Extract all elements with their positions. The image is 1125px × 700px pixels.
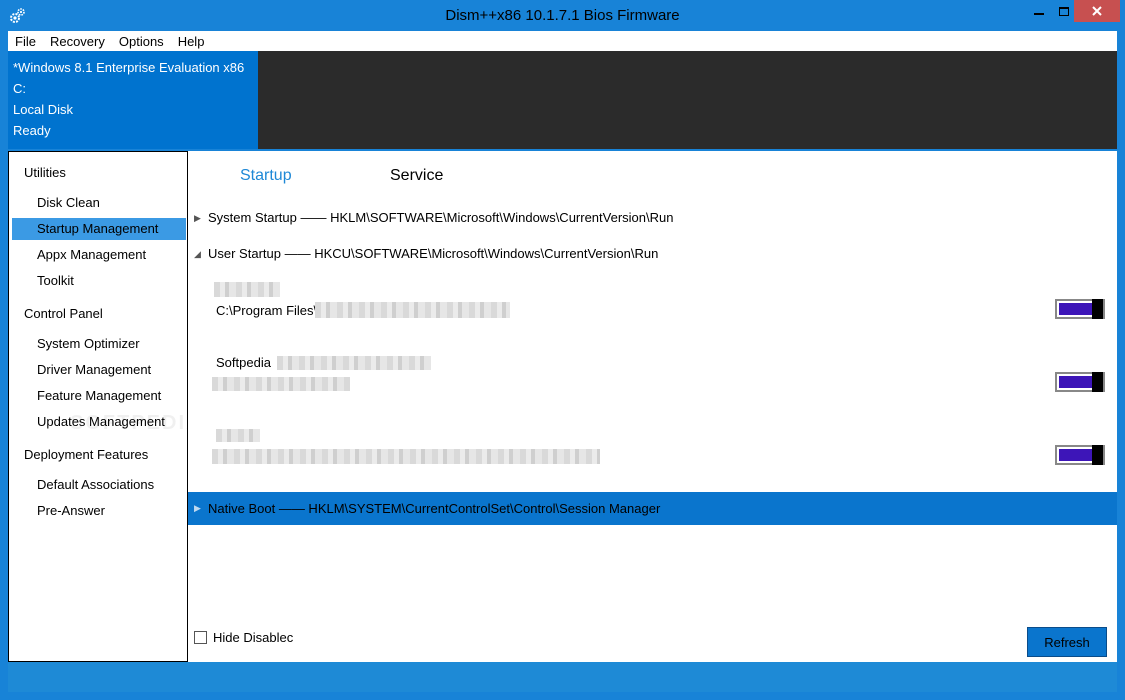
toggle-thumb (1092, 299, 1103, 319)
group-label: System Startup —— HKLM\SOFTWARE\Microsof… (208, 210, 674, 225)
blurred-entry-path (315, 302, 510, 318)
section-utilities: Utilities (24, 165, 66, 180)
close-icon (1092, 6, 1102, 16)
title-bar: Dism++x86 10.1.7.1 Bios Firmware (0, 0, 1125, 32)
sidebar-item-toolkit[interactable]: Toolkit (12, 270, 186, 292)
menu-recovery[interactable]: Recovery (43, 34, 112, 49)
sidebar-item-startup-management[interactable]: Startup Management (12, 218, 186, 240)
menu-bar: File Recovery Options Help (8, 31, 1117, 51)
hide-disabled-checkbox[interactable]: Hide Disablec (194, 630, 293, 645)
sidebar-item-default-associations[interactable]: Default Associations (12, 474, 186, 496)
toggle-on-fill (1059, 376, 1094, 388)
group-system-startup[interactable]: ▶ System Startup —— HKLM\SOFTWARE\Micros… (188, 207, 1117, 229)
group-native-boot[interactable]: ▶ Native Boot —— HKLM\SYSTEM\CurrentCont… (188, 492, 1117, 525)
window-title: Dism++x86 10.1.7.1 Bios Firmware (445, 7, 680, 24)
app-window: Dism++x86 10.1.7.1 Bios Firmware File Re… (0, 0, 1125, 700)
expand-arrow-icon: ▶ (194, 503, 201, 513)
section-deployment-features: Deployment Features (24, 447, 149, 462)
entry-toggle[interactable] (1055, 445, 1105, 465)
toggle-thumb (1092, 445, 1103, 465)
toggle-on-fill (1059, 303, 1094, 315)
tab-service[interactable]: Service (390, 167, 443, 185)
sidebar-item-pre-answer[interactable]: Pre-Answer (12, 500, 186, 522)
sidebar: Utilities Disk Clean Startup Management … (8, 151, 188, 662)
group-label: Native Boot —— HKLM\SYSTEM\CurrentContro… (208, 501, 661, 516)
group-label: User Startup —— HKCU\SOFTWARE\Microsoft\… (208, 246, 659, 261)
blurred-entry-name-suffix (277, 356, 431, 370)
entry-toggle[interactable] (1055, 299, 1105, 319)
entry-name: Softpedia (216, 355, 271, 370)
status-bar (8, 662, 1117, 692)
expand-arrow-icon: ▶ (194, 213, 201, 223)
entry-toggle[interactable] (1055, 372, 1105, 392)
minimize-icon (1034, 13, 1044, 15)
image-info-panel[interactable]: *Windows 8.1 Enterprise Evaluation x86 C… (8, 51, 258, 149)
checkbox-box[interactable] (194, 631, 207, 644)
blurred-entry-name (216, 429, 260, 442)
tab-startup[interactable]: Startup (240, 167, 292, 185)
sidebar-item-feature-management[interactable]: Feature Management (12, 385, 186, 407)
sidebar-item-appx-management[interactable]: Appx Management (12, 244, 186, 266)
blurred-entry-path (212, 449, 600, 464)
sidebar-item-system-optimizer[interactable]: System Optimizer (12, 333, 186, 355)
refresh-button[interactable]: Refresh (1027, 627, 1107, 657)
startup-panel: Startup Service ▶ System Startup —— HKLM… (188, 151, 1117, 662)
collapse-arrow-icon: ◢ (194, 249, 201, 259)
sidebar-item-driver-management[interactable]: Driver Management (12, 359, 186, 381)
entry-path: C:\Program Files\ (216, 303, 318, 318)
watermark: SOFTPEDIA (70, 412, 203, 434)
menu-options[interactable]: Options (112, 34, 171, 49)
group-user-startup[interactable]: ◢ User Startup —— HKCU\SOFTWARE\Microsof… (188, 243, 1117, 265)
section-control-panel: Control Panel (24, 306, 103, 321)
minimize-button[interactable] (1025, 0, 1053, 22)
blurred-entry-path (212, 377, 350, 391)
session-area (258, 51, 1117, 149)
status-text: Ready (13, 123, 51, 138)
sidebar-item-disk-clean[interactable]: Disk Clean (12, 192, 186, 214)
hide-disabled-label: Hide Disablec (213, 630, 294, 645)
menu-help[interactable]: Help (171, 34, 212, 49)
menu-file[interactable]: File (8, 34, 43, 49)
maximize-icon (1059, 6, 1069, 16)
os-name: *Windows 8.1 Enterprise Evaluation x86 (13, 60, 245, 75)
disk-label: Local Disk (13, 102, 73, 117)
toggle-thumb (1092, 372, 1103, 392)
close-button[interactable] (1074, 0, 1120, 22)
drive-letter: C: (13, 81, 26, 96)
toggle-on-fill (1059, 449, 1094, 461)
blurred-entry-name (214, 282, 280, 297)
